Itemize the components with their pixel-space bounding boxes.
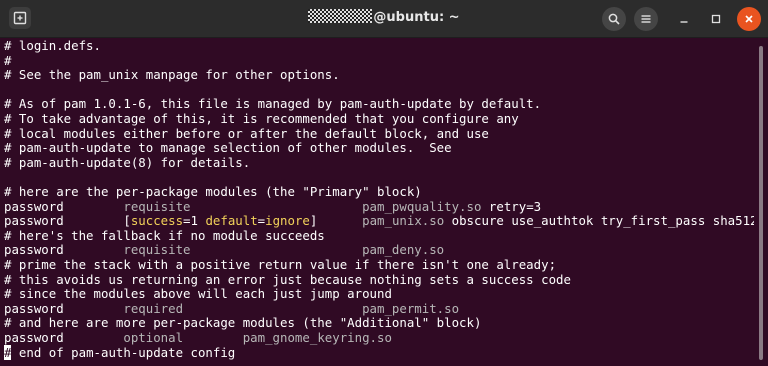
terminal-text-segment: pam_pwquality.so: [362, 198, 489, 214]
maximize-button[interactable]: [704, 7, 728, 31]
terminal-line: # As of pam 1.0.1-6, this file is manage…: [4, 97, 541, 111]
terminal-line: password optional pam_gnome_keyring.so: [4, 331, 392, 345]
terminal-text-segment: password: [4, 242, 124, 258]
terminal-text-segment: # this avoids us returning an error just…: [4, 271, 571, 287]
terminal-text-segment: #: [4, 52, 12, 68]
terminal-text-segment: # local modules either before or after t…: [4, 125, 489, 141]
menu-button[interactable]: [634, 7, 658, 31]
close-button[interactable]: [737, 7, 761, 31]
terminal-line: password required pam_permit.so: [4, 300, 460, 316]
terminal-line: # here's the fallback if no module succe…: [4, 227, 325, 243]
terminal-text-segment: # As of pam 1.0.1-6, this file is manage…: [4, 96, 542, 112]
hamburger-menu-icon: [641, 15, 651, 23]
terminal-text-segment: [: [123, 213, 131, 229]
terminal-text-segment: password: [4, 330, 124, 345]
terminal-line: password requisite pam_pwquality.so retr…: [4, 198, 542, 214]
terminal-line: # pam-auth-update(8) for details.: [4, 154, 251, 170]
close-icon: [745, 15, 753, 23]
terminal-scrollbar[interactable]: [754, 38, 768, 366]
terminal-text-segment: # To take advantage of this, it is recom…: [4, 111, 519, 126]
terminal-text-segment: # and here are more per-package modules …: [4, 315, 482, 331]
terminal-text-segment: pam_permit.so: [362, 300, 460, 316]
terminal-text-segment: # since the modules above will each just…: [4, 286, 392, 302]
terminal-line: # local modules either before or after t…: [4, 125, 489, 141]
terminal-text-segment: requisite: [123, 198, 363, 214]
terminal-text-segment: pam_gnome_keyring.so: [242, 330, 392, 345]
terminal-line: # here are the per-package modules (the …: [4, 185, 422, 199]
terminal-text-segment: optional: [123, 330, 243, 345]
search-button[interactable]: [602, 7, 626, 31]
terminal-text-segment: # See the pam_unix manpage for other opt…: [4, 67, 340, 83]
terminal-line: password requisite pam_deny.so: [4, 243, 444, 257]
terminal-text-segment: # login.defs.: [4, 38, 101, 53]
minimize-icon: [680, 21, 688, 23]
terminal-line: # prime the stack with a positive return…: [4, 258, 556, 272]
terminal-text-segment: requisite: [123, 242, 363, 258]
terminal-text-segment: password: [4, 198, 124, 214]
window-titlebar: @ubuntu: ~: [0, 0, 768, 38]
terminal-line: # See the pam_unix manpage for other opt…: [4, 68, 340, 82]
terminal-text-segment: password: [4, 300, 124, 316]
terminal-line: password [success=1 default=ignore] pam_…: [4, 214, 758, 228]
terminal-text-segment: =1: [183, 213, 206, 229]
terminal-text-segment: pam_deny.so: [362, 242, 445, 258]
terminal-line: #: [4, 52, 12, 68]
terminal-line: # login.defs.: [4, 39, 101, 53]
minimize-button[interactable]: [672, 7, 696, 31]
terminal-text-segment: =: [257, 213, 266, 229]
terminal-line: # this avoids us returning an error just…: [4, 271, 571, 287]
terminal-line: # end of pam-auth-update config: [4, 344, 236, 360]
redacted-username: [308, 9, 373, 23]
terminal-line: # pam-auth-update to manage selection of…: [4, 141, 452, 155]
scrollbar-thumb[interactable]: [759, 46, 763, 360]
terminal-text-segment: # pam-auth-update to manage selection of…: [4, 140, 452, 156]
terminal-line: # To take advantage of this, it is recom…: [4, 112, 519, 126]
maximize-icon: [711, 14, 721, 24]
terminal-text-segment: retry=3: [488, 198, 542, 214]
terminal-line: # and here are more per-package modules …: [4, 316, 481, 330]
search-icon: [608, 13, 620, 25]
terminal-line: # since the modules above will each just…: [4, 287, 392, 301]
window-title-text: @ubuntu: ~: [373, 10, 460, 25]
terminal-text-segment: # here are the per-package modules (the …: [4, 184, 422, 199]
terminal-text-segment: # prime the stack with a positive return…: [4, 257, 557, 272]
terminal-text-segment: end of pam-auth-update config: [11, 344, 236, 360]
terminal-text-segment: obscure use_authtok try_first_pass sha51…: [451, 213, 758, 229]
terminal-text-segment: password: [4, 213, 124, 229]
terminal-text-segment: ignore: [265, 213, 310, 229]
terminal-output[interactable]: # login.defs. # # See the pam_unix manpage…: [0, 38, 758, 366]
terminal-text-segment: default: [205, 213, 258, 229]
terminal-text-segment: pam_unix.so: [362, 213, 452, 229]
terminal-text-segment: # here's the fallback if no module succe…: [4, 227, 325, 243]
terminal-text-segment: ]: [309, 213, 363, 229]
terminal-text-segment: # pam-auth-update(8) for details.: [4, 154, 251, 170]
terminal-text-segment: success: [130, 213, 184, 229]
terminal-text-segment: required: [123, 300, 363, 316]
